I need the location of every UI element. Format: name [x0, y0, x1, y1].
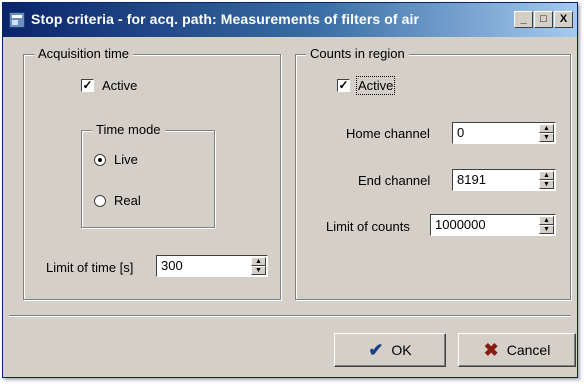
limit-time-value: 300 [161, 258, 183, 273]
spin-up-icon[interactable]: ▲ [539, 171, 554, 180]
radio-real-label: Real [114, 193, 141, 208]
time-mode-group: Time mode Live Real [81, 122, 215, 228]
spin-down-icon[interactable]: ▼ [539, 225, 554, 234]
radio-live[interactable]: Live [94, 152, 138, 167]
spin-down-icon[interactable]: ▼ [251, 266, 266, 275]
cancel-button[interactable]: ✖ Cancel [458, 333, 576, 367]
acquisition-active-checkbox[interactable]: ✓ Active [81, 78, 137, 93]
acquisition-active-label: Active [102, 78, 138, 93]
stop-criteria-dialog: Stop criteria - for acq. path: Measureme… [2, 2, 578, 378]
limit-counts-value: 1000000 [435, 217, 486, 232]
spin-up-icon[interactable]: ▲ [539, 216, 554, 225]
checkmark-icon: ✔ [368, 340, 384, 360]
minimize-button[interactable]: _ [514, 11, 533, 28]
cancel-button-label: Cancel [506, 342, 551, 358]
limit-time-label: Limit of time [s] [46, 260, 134, 275]
spin-down-icon[interactable]: ▼ [539, 180, 554, 189]
home-channel-value: 0 [457, 125, 465, 140]
counts-in-region-group: Counts in region ✓ Active Home channel 0… [295, 46, 571, 300]
radio-live-button[interactable] [94, 153, 106, 166]
counts-active-checkbox[interactable]: ✓ Active [337, 76, 396, 95]
home-channel-label: Home channel [346, 126, 430, 141]
app-icon [9, 12, 25, 28]
close-button[interactable]: X [554, 11, 573, 28]
x-icon: ✖ [483, 340, 499, 360]
counts-in-region-legend: Counts in region [306, 46, 409, 62]
spin-up-icon[interactable]: ▲ [251, 257, 266, 266]
limit-counts-input[interactable]: 1000000 ▲ ▼ [430, 214, 556, 236]
limit-time-input[interactable]: 300 ▲ ▼ [156, 255, 268, 277]
checkbox-box[interactable]: ✓ [81, 79, 94, 92]
radio-real-button[interactable] [94, 194, 106, 207]
spin-down-icon[interactable]: ▼ [539, 133, 554, 142]
end-channel-value: 8191 [457, 172, 486, 187]
window-title: Stop criteria - for acq. path: Measureme… [31, 11, 420, 27]
end-channel-label: End channel [358, 173, 431, 188]
ok-button-label: OK [391, 342, 412, 358]
end-channel-input[interactable]: 8191 ▲ ▼ [452, 169, 556, 191]
limit-counts-label: Limit of counts [326, 219, 410, 234]
radio-live-label: Live [114, 152, 138, 167]
radio-real[interactable]: Real [94, 193, 141, 208]
time-mode-legend: Time mode [92, 122, 165, 138]
ok-button[interactable]: ✔ OK [334, 333, 446, 367]
counts-active-label: Active [355, 76, 396, 95]
checkbox-box[interactable]: ✓ [337, 79, 350, 92]
maximize-button[interactable]: □ [534, 11, 553, 28]
acquisition-time-group: Acquisition time ✓ Active Time mode Live… [23, 46, 281, 300]
acquisition-time-legend: Acquisition time [34, 46, 134, 62]
title-bar[interactable]: Stop criteria - for acq. path: Measureme… [3, 3, 577, 37]
home-channel-input[interactable]: 0 ▲ ▼ [452, 122, 556, 144]
button-bar-separator [9, 315, 571, 317]
spin-up-icon[interactable]: ▲ [539, 124, 554, 133]
